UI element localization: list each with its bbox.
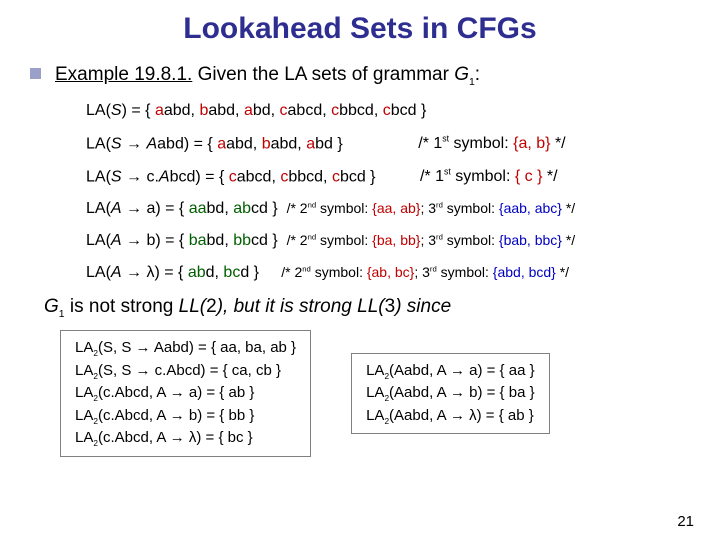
la-s-aabd: LA(S → Aabd) = { aabd, babd, abd } /* 1s… [86,134,690,153]
example-label: Example 19.8.1. [55,64,192,85]
la-list: LA(S) = { aabd, babd, abd, cabcd, cbbcd,… [86,102,690,283]
la-s: LA(S) = { aabd, babd, abd, cabcd, cbbcd,… [86,102,690,120]
conclusion: G1 is not strong LL(2), but it is strong… [44,296,690,320]
la2-box-left: LA2(S, S → Aabd) = { aa, ba, ab } LA2(S,… [60,330,311,457]
concl-2: 2 [206,296,217,317]
concl-t1: is not strong [65,296,179,317]
concl-ll2: LL( [357,296,384,317]
la-a-a: LA(A → a) = { aabd, abcd } /* 2nd symbol… [86,200,690,218]
concl-ll1: LL( [179,296,206,317]
la2-boxes: LA2(S, S → Aabd) = { aa, ba, ab } LA2(S,… [60,330,690,457]
concl-g: G [44,296,59,317]
example-rest: Given the LA sets of grammar [192,64,454,85]
la-a-b: LA(A → b) = { babd, bbcd } /* 2nd symbol… [86,232,690,250]
example-row: Example 19.8.1. Given the LA sets of gra… [30,64,690,88]
page-number: 21 [677,513,694,530]
concl-3: 3 [385,296,396,317]
example-line: Example 19.8.1. Given the LA sets of gra… [55,64,480,88]
grammar-sub: 1 [469,77,475,88]
la-s-cabcd: LA(S → c.Abcd) = { cabcd, cbbcd, cbcd } … [86,167,690,186]
grammar-name: G [454,64,469,85]
la2-box-right: LA2(Aabd, A → a) = { aa } LA2(Aabd, A → … [351,353,550,435]
concl-t2: ), but it is strong [217,296,357,317]
slide-title: Lookahead Sets in CFGs [30,12,690,46]
concl-t3: ) since [395,296,451,317]
bullet-icon [30,68,41,79]
la-a-lambda: LA(A → λ) = { abd, bcd } /* 2nd symbol: … [86,264,690,282]
